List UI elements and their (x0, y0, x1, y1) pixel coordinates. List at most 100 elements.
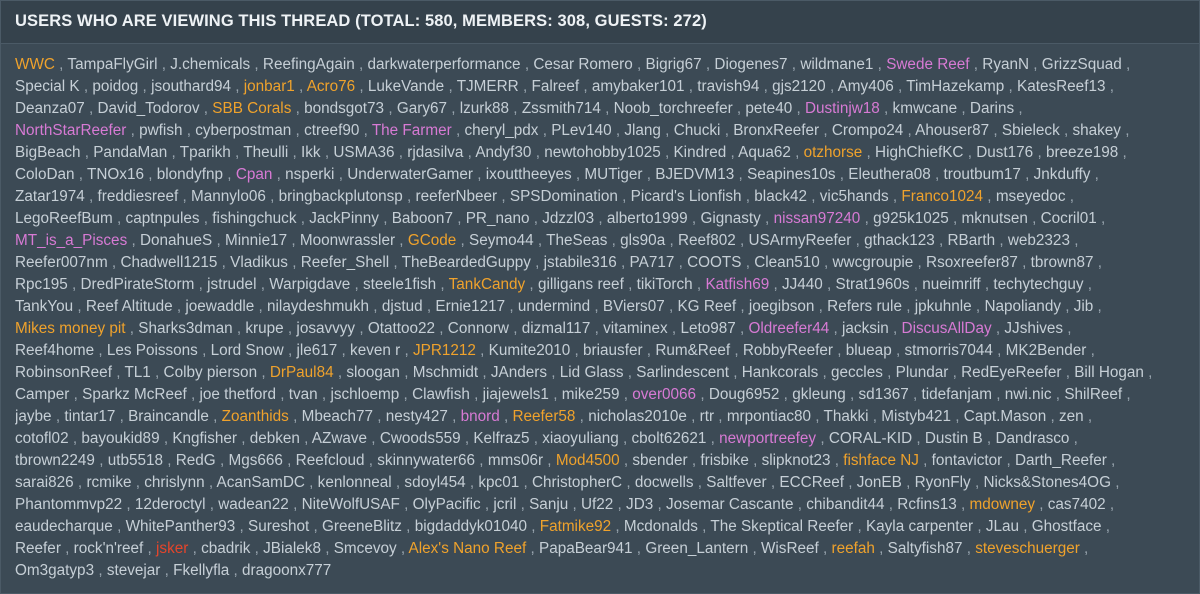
viewer-name-link[interactable]: Diogenes7 (714, 56, 787, 73)
viewer-name-link[interactable]: kenlonneal (318, 474, 392, 491)
viewer-name-link[interactable]: MK2Bender (1006, 342, 1087, 359)
viewer-name-link[interactable]: cbadrik (201, 540, 250, 557)
viewer-name-link[interactable]: tidefanjam (921, 386, 992, 403)
viewer-name-link[interactable]: jsker (156, 540, 188, 557)
viewer-name-link[interactable]: Mistyb421 (881, 408, 951, 425)
viewer-name-link[interactable]: Chucki (674, 122, 721, 139)
viewer-name-link[interactable]: nicholas2010e (588, 408, 687, 425)
viewer-name-link[interactable]: Amy406 (838, 78, 894, 95)
viewer-name-link[interactable]: Baboon7 (392, 210, 453, 227)
viewer-name-link[interactable]: KatesReef13 (1017, 78, 1105, 95)
viewer-name-link[interactable]: gls90a (620, 232, 665, 249)
viewer-name-link[interactable]: bigdaddyk01040 (415, 518, 527, 535)
viewer-name-link[interactable]: mseyedoc (996, 188, 1066, 205)
viewer-name-link[interactable]: steele1fish (363, 276, 436, 293)
viewer-name-link[interactable]: bondsgot73 (304, 100, 384, 117)
viewer-name-link[interactable]: travish94 (697, 78, 759, 95)
viewer-name-link[interactable]: otzhorse (804, 144, 863, 161)
viewer-name-link[interactable]: Theulli (243, 144, 288, 161)
viewer-name-link[interactable]: mdowney (970, 496, 1035, 513)
viewer-name-link[interactable]: JD3 (626, 496, 653, 513)
viewer-name-link[interactable]: TNOx16 (87, 166, 144, 183)
viewer-name-link[interactable]: Strat1960s (836, 276, 910, 293)
viewer-name-link[interactable]: captnpules (126, 210, 200, 227)
viewer-name-link[interactable]: Plundar (896, 364, 949, 381)
viewer-name-link[interactable]: J.chemicals (170, 56, 250, 73)
viewer-name-link[interactable]: rcmike (86, 474, 131, 491)
viewer-name-link[interactable]: wwcgroupie (832, 254, 913, 271)
viewer-name-link[interactable]: Refers rule (827, 298, 902, 315)
viewer-name-link[interactable]: Reefer007nm (15, 254, 108, 271)
viewer-name-link[interactable]: Capt.Mason (964, 408, 1046, 425)
viewer-name-link[interactable]: Fkellyfla (173, 562, 229, 579)
viewer-name-link[interactable]: kmwcane (893, 100, 958, 117)
viewer-name-link[interactable]: blueap (846, 342, 892, 359)
viewer-name-link[interactable]: Clawfish (412, 386, 470, 403)
viewer-name-link[interactable]: TankYou (15, 298, 73, 315)
viewer-name-link[interactable]: Sanju (529, 496, 568, 513)
viewer-name-link[interactable]: Saltyfish87 (888, 540, 963, 557)
viewer-name-link[interactable]: Chadwell1215 (120, 254, 217, 271)
viewer-name-link[interactable]: lzurk88 (460, 100, 509, 117)
viewer-name-link[interactable]: PapaBear941 (539, 540, 633, 557)
viewer-name-link[interactable]: Bill Hogan (1074, 364, 1144, 381)
viewer-name-link[interactable]: vitaminex (603, 320, 668, 337)
viewer-name-link[interactable]: Cpan (236, 166, 273, 183)
viewer-name-link[interactable]: Reef Altitude (86, 298, 173, 315)
viewer-name-link[interactable]: Mbeach77 (302, 408, 373, 425)
viewer-name-link[interactable]: Ikk (301, 144, 321, 161)
viewer-name-link[interactable]: jstabile316 (544, 254, 617, 271)
viewer-name-link[interactable]: TampaFlyGirl (67, 56, 157, 73)
viewer-name-link[interactable]: Swede Reef (886, 56, 969, 73)
viewer-name-link[interactable]: MT_is_a_Pisces (15, 232, 127, 249)
viewer-name-link[interactable]: BronxReefer (733, 122, 819, 139)
viewer-name-link[interactable]: Braincandle (128, 408, 209, 425)
viewer-name-link[interactable]: ctreef90 (304, 122, 359, 139)
viewer-name-link[interactable]: nesty427 (386, 408, 448, 425)
viewer-name-link[interactable]: joegibson (749, 298, 815, 315)
viewer-name-link[interactable]: RBarth (948, 232, 996, 249)
viewer-name-link[interactable]: jiajewels1 (483, 386, 549, 403)
viewer-name-link[interactable]: GrizzSquad (1042, 56, 1122, 73)
viewer-name-link[interactable]: reefah (832, 540, 875, 557)
viewer-name-link[interactable]: ixouttheeyes (486, 166, 572, 183)
viewer-name-link[interactable]: Nicks&Stones4OG (983, 474, 1111, 491)
viewer-name-link[interactable]: techytechguy (993, 276, 1083, 293)
viewer-name-link[interactable]: COOTS (687, 254, 741, 271)
viewer-name-link[interactable]: JonEB (857, 474, 902, 491)
viewer-name-link[interactable]: Lord Snow (211, 342, 284, 359)
viewer-name-link[interactable]: dragoonx777 (242, 562, 331, 579)
viewer-name-link[interactable]: sarai826 (15, 474, 74, 491)
viewer-name-link[interactable]: Alex's Nano Reef (409, 540, 527, 557)
viewer-name-link[interactable]: Andyf30 (475, 144, 531, 161)
viewer-name-link[interactable]: tvan (289, 386, 318, 403)
viewer-name-link[interactable]: Zssmith714 (522, 100, 601, 117)
viewer-name-link[interactable]: breeze198 (1046, 144, 1118, 161)
viewer-name-link[interactable]: stevejar (107, 562, 161, 579)
viewer-name-link[interactable]: NiteWolfUSAF (302, 496, 400, 513)
viewer-name-link[interactable]: Vladikus (230, 254, 288, 271)
viewer-name-link[interactable]: Aqua62 (738, 144, 791, 161)
viewer-name-link[interactable]: rtr (700, 408, 714, 425)
viewer-name-link[interactable]: BJEDVM13 (655, 166, 734, 183)
viewer-name-link[interactable]: Kumite2010 (489, 342, 571, 359)
viewer-name-link[interactable]: Clean510 (754, 254, 820, 271)
viewer-name-link[interactable]: KG Reef (677, 298, 736, 315)
viewer-name-link[interactable]: Jdzzl03 (542, 210, 594, 227)
viewer-name-link[interactable]: Rum&Reef (655, 342, 730, 359)
viewer-name-link[interactable]: Kindred (673, 144, 726, 161)
viewer-name-link[interactable]: Ahouser87 (915, 122, 989, 139)
viewer-name-link[interactable]: jpkuhnle (915, 298, 972, 315)
viewer-name-link[interactable]: Gignasty (700, 210, 760, 227)
viewer-name-link[interactable]: JJshives (1004, 320, 1063, 337)
viewer-name-link[interactable]: Uf22 (581, 496, 613, 513)
viewer-name-link[interactable]: gkleung (792, 386, 846, 403)
viewer-name-link[interactable]: DredPirateStorm (80, 276, 194, 293)
viewer-name-link[interactable]: Darins (970, 100, 1014, 117)
viewer-name-link[interactable]: JAnders (491, 364, 547, 381)
viewer-name-link[interactable]: poidog (92, 78, 138, 95)
viewer-name-link[interactable]: Warpigdave (269, 276, 350, 293)
viewer-name-link[interactable]: Phantommvp22 (15, 496, 122, 513)
viewer-name-link[interactable]: Seymo44 (469, 232, 534, 249)
viewer-name-link[interactable]: Bigrig67 (646, 56, 702, 73)
